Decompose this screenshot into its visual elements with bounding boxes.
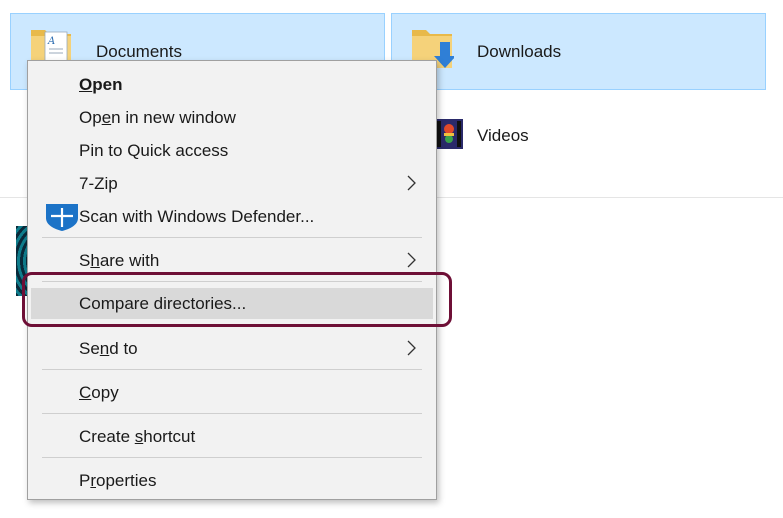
windows-defender-shield-icon	[46, 204, 78, 231]
menu-separator	[42, 457, 422, 458]
annotation-highlight-box	[22, 272, 452, 327]
chevron-right-icon	[407, 252, 416, 268]
menu-item-scan-with-windows-defender[interactable]: Scan with Windows Defender...	[31, 201, 433, 232]
chevron-right-icon	[407, 175, 416, 191]
menu-item-create-shortcut[interactable]: Create shortcut	[31, 421, 433, 452]
menu-item-open[interactable]: Open	[31, 69, 433, 100]
menu-item-copy[interactable]: Copy	[31, 377, 433, 408]
menu-separator	[42, 413, 422, 414]
svg-text:A: A	[47, 36, 55, 47]
menu-separator	[42, 237, 422, 238]
menu-item-send-to[interactable]: Send to	[31, 333, 433, 364]
folder-label: Videos	[477, 126, 529, 145]
menu-item-7-zip[interactable]: 7-Zip	[31, 168, 433, 199]
menu-separator	[42, 369, 422, 370]
folder-label: Downloads	[477, 42, 562, 61]
menu-item-open-in-new-window[interactable]: Open in new window	[31, 102, 433, 133]
menu-item-pin-to-quick-access[interactable]: Pin to Quick access	[31, 135, 433, 166]
folder-tile-videos[interactable]: Videos	[391, 97, 766, 174]
folder-tile-downloads[interactable]: Downloads	[391, 13, 766, 90]
chevron-right-icon	[407, 340, 416, 356]
folder-label: Documents	[96, 42, 182, 61]
menu-item-properties[interactable]: Properties	[31, 465, 433, 496]
